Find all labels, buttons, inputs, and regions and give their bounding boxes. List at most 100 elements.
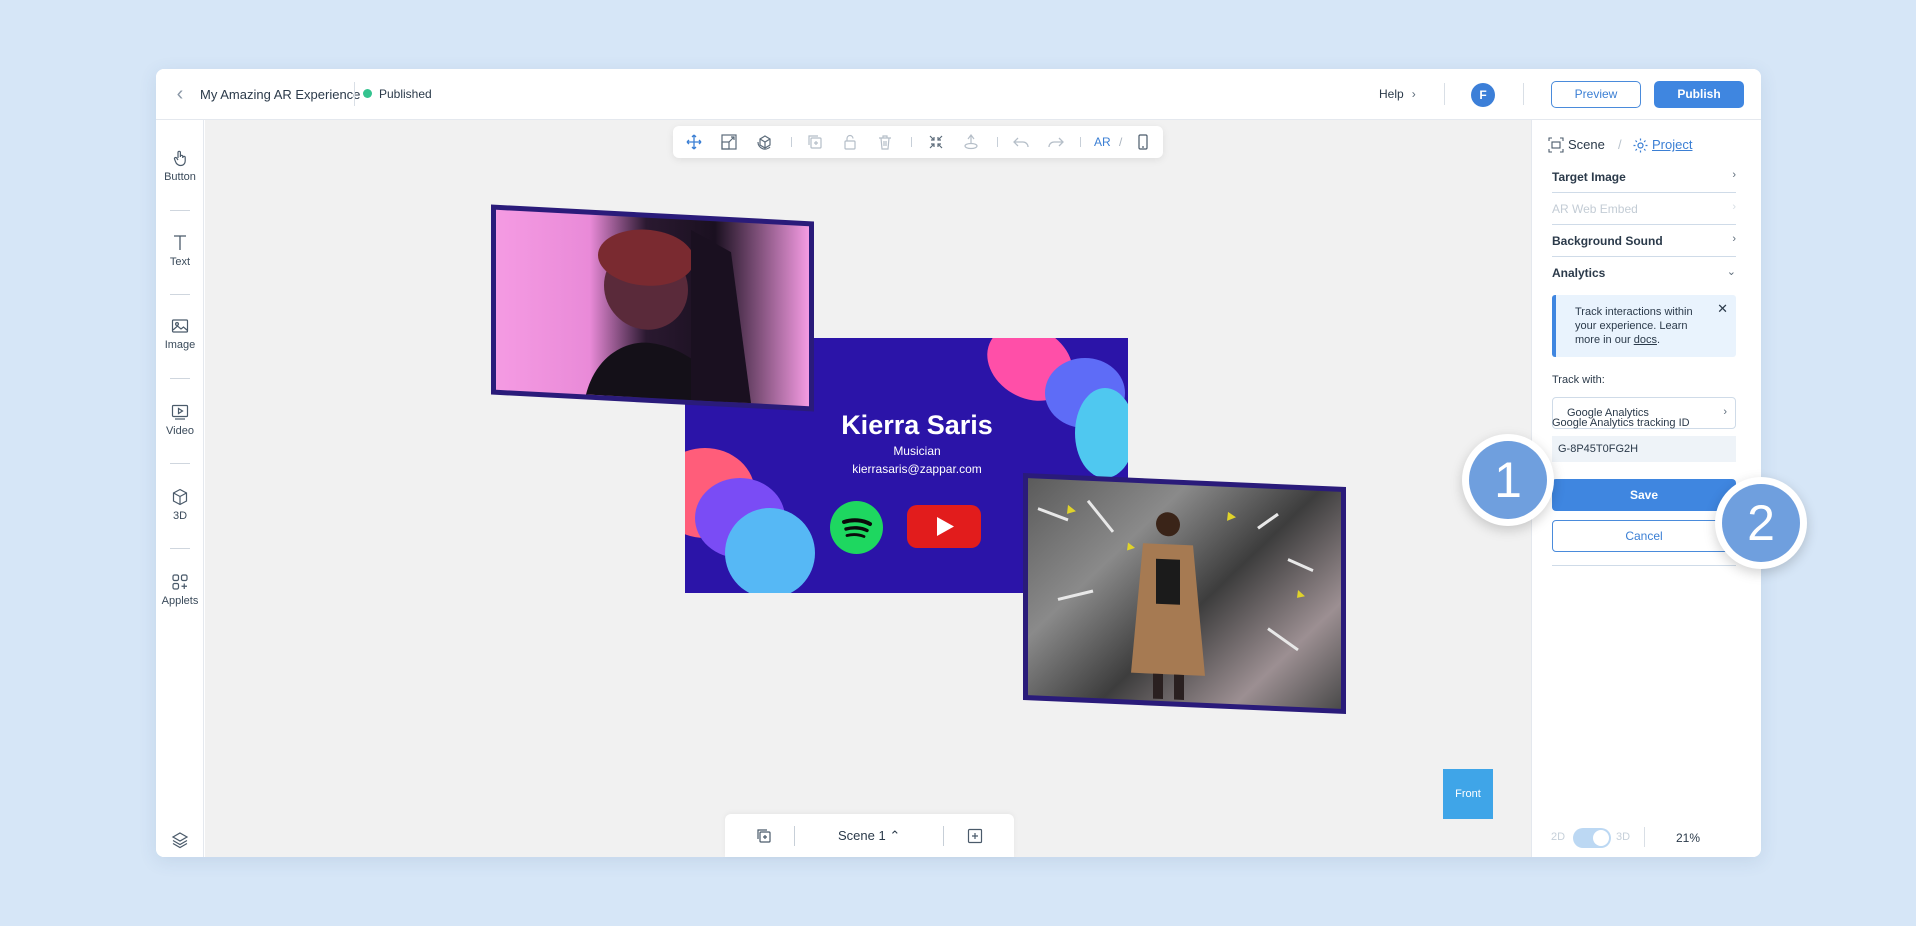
- duplicate-icon[interactable]: [806, 133, 824, 151]
- tool-3d-label: 3D: [172, 510, 188, 522]
- section-background-sound[interactable]: Background Sound ›: [1552, 225, 1736, 257]
- close-icon[interactable]: ✕: [1717, 301, 1728, 317]
- tool-image[interactable]: Image: [156, 316, 204, 351]
- tool-3d[interactable]: 3D: [156, 487, 204, 522]
- tool-text[interactable]: Text: [156, 233, 204, 268]
- transform-toolbar: AR /: [673, 126, 1163, 158]
- portrait-photo[interactable]: [491, 204, 814, 412]
- tool-separator: [170, 294, 190, 295]
- zoom-level[interactable]: 21%: [1676, 831, 1700, 845]
- card-name: Kierra Saris: [841, 410, 993, 440]
- help-menu[interactable]: Help ›: [1379, 87, 1416, 101]
- back-chevron-icon[interactable]: ‹: [170, 84, 190, 104]
- docs-link[interactable]: docs: [1634, 334, 1657, 346]
- scale-icon[interactable]: [720, 133, 738, 151]
- analytics-info-box: Track interactions within your experienc…: [1552, 295, 1736, 357]
- info-period: .: [1656, 334, 1661, 346]
- scene-name: Scene 1: [838, 828, 886, 843]
- anchor-icon[interactable]: [962, 133, 980, 151]
- top-bar: ‹ My Amazing AR Experience Published Hel…: [156, 69, 1761, 120]
- tab-separator: /: [1618, 137, 1622, 152]
- tool-applets[interactable]: Applets: [156, 572, 204, 607]
- duplicate-scene-icon[interactable]: [755, 827, 773, 845]
- front-view-button[interactable]: Front: [1443, 769, 1493, 819]
- move-icon[interactable]: [685, 133, 703, 151]
- tool-button[interactable]: Button: [156, 148, 204, 183]
- properties-panel: Scene / Project Target Image › AR Web Emb…: [1531, 120, 1761, 857]
- tab-scene[interactable]: Scene: [1568, 137, 1605, 152]
- tool-applets-label: Applets: [161, 595, 199, 607]
- hand-pointer-icon: [173, 150, 186, 167]
- toolbar-separator: [997, 137, 998, 147]
- add-scene-icon[interactable]: [966, 827, 984, 845]
- section-target-image[interactable]: Target Image ›: [1552, 161, 1736, 193]
- chevron-down-icon: ⌄: [1726, 266, 1736, 278]
- scene-divider: [943, 826, 944, 846]
- spotify-icon: [842, 518, 872, 538]
- decorative-blob: [1075, 388, 1128, 478]
- redo-icon[interactable]: [1047, 133, 1065, 151]
- street-photo[interactable]: [1023, 472, 1346, 715]
- save-button[interactable]: Save: [1552, 479, 1736, 511]
- scene-canvas[interactable]: AR / Kierra Saris Musician kierrasaris@z…: [205, 120, 1531, 857]
- scene-icon: [1548, 137, 1564, 153]
- track-with-label: Track with:: [1552, 374, 1605, 386]
- cancel-button[interactable]: Cancel: [1552, 520, 1736, 552]
- section-ar-web-embed: AR Web Embed ›: [1552, 193, 1736, 225]
- tool-separator: [170, 548, 190, 549]
- portrait-image: [496, 209, 809, 407]
- youtube-button[interactable]: [907, 505, 981, 548]
- preview-button[interactable]: Preview: [1551, 81, 1641, 108]
- section-label: AR Web Embed: [1552, 202, 1638, 216]
- tool-video-label: Video: [166, 425, 194, 437]
- toggle-knob: [1593, 830, 1609, 846]
- lock-icon[interactable]: [841, 133, 859, 151]
- step-marker-1: 1: [1462, 434, 1554, 526]
- tracking-id-label: Google Analytics tracking ID: [1552, 417, 1690, 429]
- text-t-icon: [174, 235, 186, 250]
- toolbar-separator: [791, 137, 792, 147]
- step-marker-2: 2: [1715, 477, 1807, 569]
- chevron-right-icon: ›: [1732, 169, 1736, 181]
- play-icon: [937, 517, 954, 536]
- spotify-button[interactable]: [830, 501, 883, 554]
- card-email: kierrasaris@zappar.com: [852, 462, 982, 476]
- tab-project[interactable]: Project: [1652, 137, 1692, 152]
- card-role: Musician: [893, 444, 941, 458]
- toggle-3d-label: 3D: [1616, 831, 1631, 843]
- chevron-right-icon: ›: [1411, 87, 1416, 101]
- tool-video[interactable]: Video: [156, 402, 204, 437]
- tool-button-label: Button: [164, 171, 196, 183]
- tool-separator: [170, 210, 190, 211]
- toggle-2d-label: 2D: [1551, 831, 1566, 843]
- scene-switcher: Scene 1 ⌃: [725, 814, 1014, 857]
- section-label: Target Image: [1552, 170, 1626, 184]
- mode-slash: /: [1119, 135, 1123, 149]
- undo-icon[interactable]: [1012, 133, 1030, 151]
- title-divider: [354, 82, 355, 106]
- section-analytics[interactable]: Analytics ⌄: [1552, 257, 1736, 289]
- toolbar-separator: [911, 137, 912, 147]
- decorative-blob: [725, 508, 815, 593]
- tool-text-label: Text: [169, 256, 191, 268]
- avatar[interactable]: F: [1471, 83, 1495, 107]
- phone-icon[interactable]: [1134, 133, 1152, 151]
- chevron-right-icon: ›: [1732, 201, 1736, 213]
- applets-icon: [172, 574, 188, 590]
- delete-icon[interactable]: [876, 133, 894, 151]
- step-number: 1: [1469, 441, 1547, 519]
- rotate-icon[interactable]: [756, 133, 774, 151]
- chevron-right-icon: ›: [1723, 406, 1727, 418]
- video-icon: [171, 404, 189, 420]
- ar-mode-toggle[interactable]: AR: [1094, 135, 1111, 149]
- publish-button[interactable]: Publish: [1654, 81, 1744, 108]
- dimension-toggle[interactable]: [1573, 828, 1611, 848]
- tool-separator: [170, 463, 190, 464]
- scene-selector[interactable]: Scene 1 ⌃: [838, 828, 900, 844]
- layers-icon[interactable]: [170, 830, 190, 850]
- tool-separator: [170, 378, 190, 379]
- publish-status: Published: [379, 87, 432, 101]
- help-divider: [1444, 83, 1445, 105]
- tracking-id-input[interactable]: [1552, 436, 1736, 462]
- fit-icon[interactable]: [927, 133, 945, 151]
